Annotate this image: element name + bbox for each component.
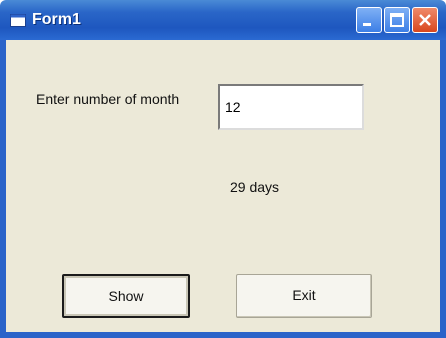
minimize-icon bbox=[363, 23, 371, 26]
minimize-button[interactable] bbox=[356, 7, 382, 33]
maximize-button[interactable] bbox=[384, 7, 410, 33]
maximize-icon bbox=[390, 13, 404, 27]
title-bar[interactable]: Form1 bbox=[0, 0, 446, 40]
close-button[interactable] bbox=[412, 7, 438, 33]
month-input[interactable] bbox=[218, 84, 364, 130]
app-icon bbox=[10, 14, 26, 27]
form1-window: Form1 Enter number of month 29 days Show bbox=[0, 0, 446, 338]
show-button[interactable]: Show bbox=[62, 274, 190, 318]
month-prompt-label: Enter number of month bbox=[36, 91, 180, 107]
days-result-label: 29 days bbox=[230, 179, 280, 195]
close-icon bbox=[419, 14, 431, 26]
form-client-area: Enter number of month 29 days Show Exit bbox=[6, 40, 440, 332]
window-title: Form1 bbox=[32, 11, 81, 28]
window-frame-bottom bbox=[0, 332, 446, 338]
window-frame-right bbox=[440, 40, 446, 338]
exit-button[interactable]: Exit bbox=[236, 274, 372, 318]
